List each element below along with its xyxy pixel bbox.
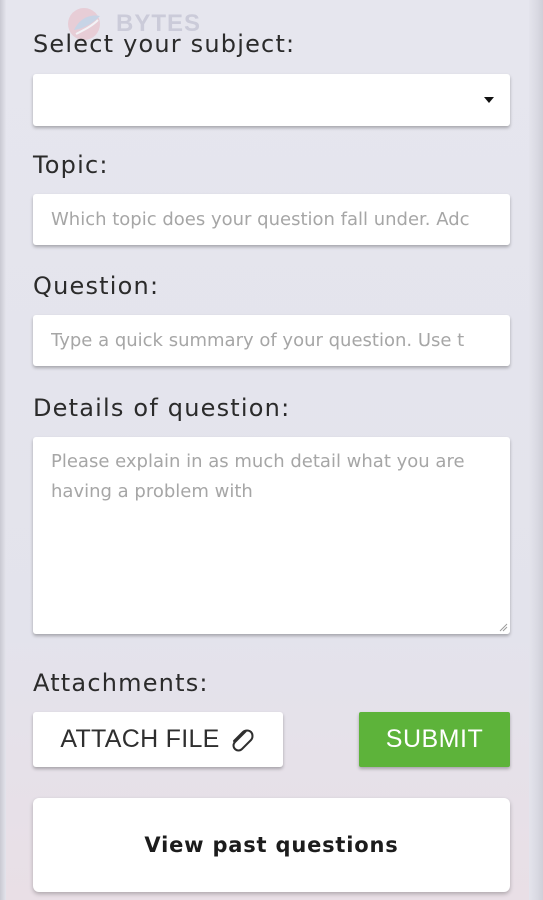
attachments-label: Attachments: xyxy=(33,669,209,697)
topic-label: Topic: xyxy=(33,151,109,179)
topic-field-container xyxy=(33,194,510,245)
submit-button[interactable]: SUBMIT xyxy=(359,712,510,767)
question-form-panel: BYTES Select your subject: Topic: Questi… xyxy=(0,0,543,900)
subject-select[interactable] xyxy=(33,74,510,126)
details-textarea[interactable] xyxy=(33,437,510,634)
submit-label: SUBMIT xyxy=(385,725,484,753)
details-field-container xyxy=(33,437,510,634)
left-window-edge xyxy=(0,0,6,900)
caret-down-icon xyxy=(484,97,494,103)
question-field-container xyxy=(33,315,510,366)
question-label: Question: xyxy=(33,272,160,300)
view-past-questions-label: View past questions xyxy=(144,833,399,857)
view-past-questions-button[interactable]: View past questions xyxy=(33,798,510,892)
subject-label: Select your subject: xyxy=(33,30,296,58)
resize-handle-icon[interactable] xyxy=(498,622,508,632)
paperclip-icon xyxy=(232,729,254,751)
right-scroll-edge xyxy=(529,0,543,900)
question-input[interactable] xyxy=(33,315,510,366)
attach-file-label: ATTACH FILE xyxy=(60,725,220,753)
topic-input[interactable] xyxy=(33,194,510,245)
details-label: Details of question: xyxy=(33,394,291,422)
attach-file-button[interactable]: ATTACH FILE xyxy=(33,712,283,767)
